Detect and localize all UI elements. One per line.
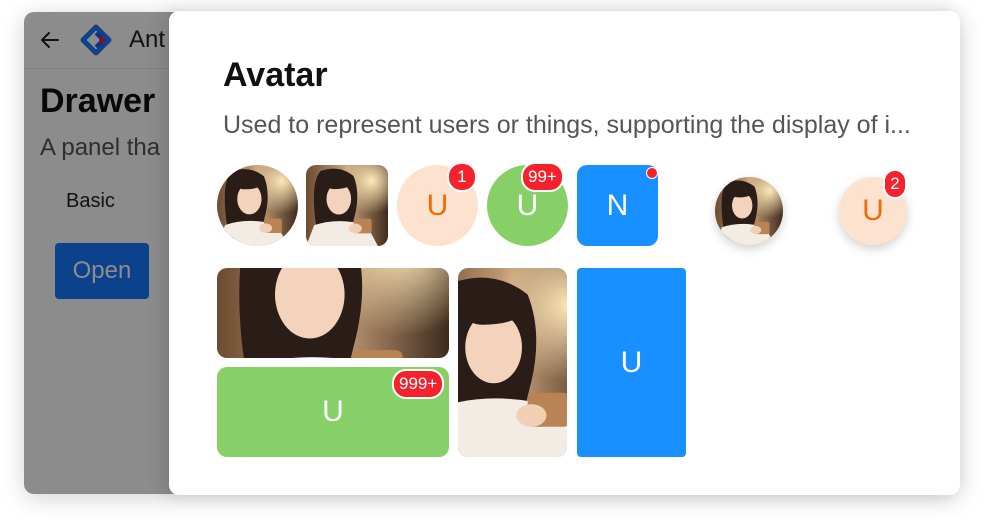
avatar-image-tall xyxy=(458,268,567,457)
avatar-letter-tall: U xyxy=(577,268,686,457)
avatar-with-count-badge: U 1 xyxy=(397,162,478,246)
portrait-image xyxy=(217,268,449,358)
avatar-letter: N xyxy=(577,165,658,246)
drawer-panel: Avatar Used to represent users or things… xyxy=(169,11,960,495)
drawer-description: Used to represent users or things, suppo… xyxy=(223,111,911,139)
status-dot xyxy=(646,167,658,179)
portrait-image xyxy=(715,177,783,245)
avatar-shadow-with-badge: U 2 xyxy=(839,169,907,245)
avatar-image-shadow xyxy=(715,177,783,245)
count-badge: 99+ xyxy=(521,162,564,192)
count-badge: 1 xyxy=(447,162,477,192)
avatar-image-circle xyxy=(217,165,298,246)
avatar-with-overflow-badge: U 99+ xyxy=(487,162,568,246)
avatar-with-dot: N xyxy=(577,165,658,246)
avatar-wide-with-badge: U 999+ xyxy=(217,367,449,457)
avatar-image-wide xyxy=(217,268,449,358)
portrait-image xyxy=(217,165,298,246)
portrait-image xyxy=(306,165,388,246)
portrait-image xyxy=(458,268,567,457)
count-badge: 2 xyxy=(883,169,907,199)
drawer-title: Avatar xyxy=(223,56,328,94)
count-badge: 999+ xyxy=(392,369,445,399)
avatar-image-square xyxy=(306,165,388,246)
